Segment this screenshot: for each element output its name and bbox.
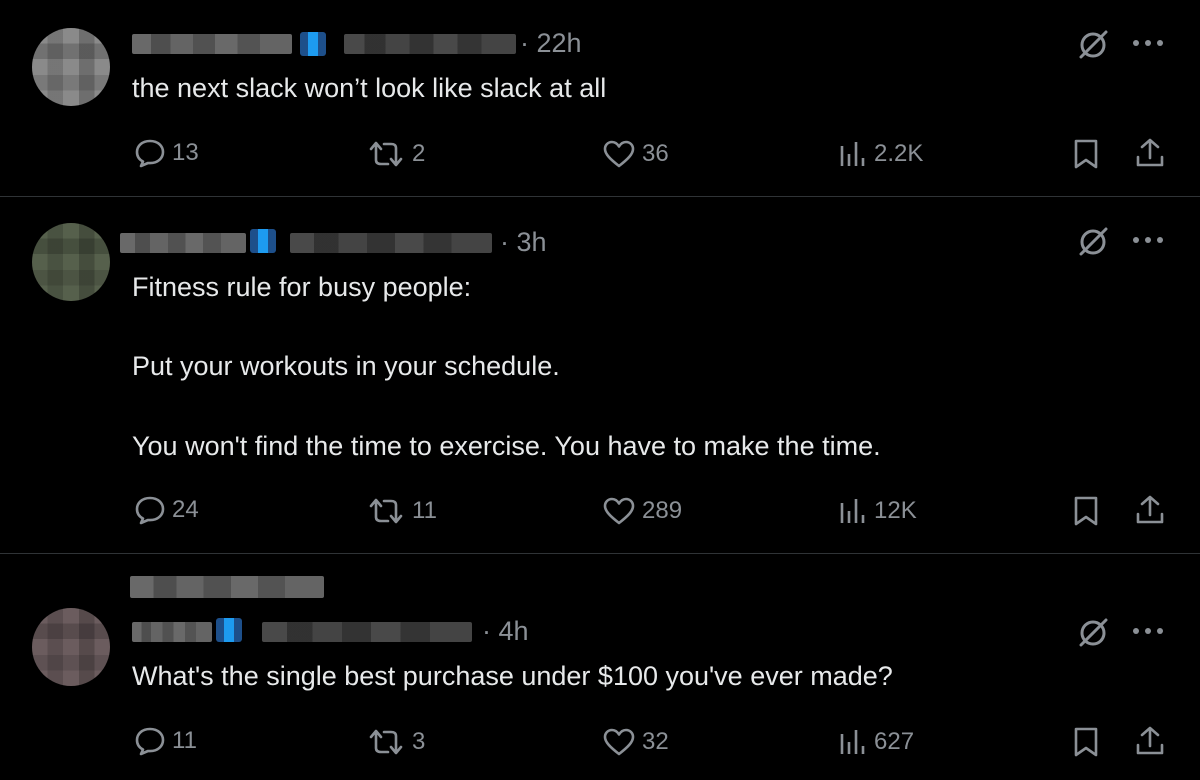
timeline-feed: · 22h the next slack won’t look like sla… bbox=[0, 0, 1200, 780]
bar-chart-icon bbox=[840, 499, 865, 523]
repost-count: 11 bbox=[412, 497, 437, 524]
slashed-circle-icon[interactable] bbox=[1076, 28, 1110, 62]
post-timestamp[interactable]: · 22h bbox=[520, 28, 582, 59]
repost-count: 2 bbox=[412, 140, 426, 167]
post-timestamp[interactable]: · 4h bbox=[482, 616, 529, 647]
post-text: the next slack won’t look like slack at … bbox=[132, 73, 607, 103]
speech-bubble-icon bbox=[135, 496, 165, 525]
post-2[interactable]: · 3h Fitness rule for busy people: Put y… bbox=[0, 197, 1200, 553]
repost-button[interactable]: 11 bbox=[366, 497, 437, 525]
author-handle-redacted[interactable] bbox=[262, 622, 472, 642]
heart-icon bbox=[603, 497, 635, 525]
heart-icon bbox=[603, 140, 635, 168]
view-count: 12K bbox=[874, 497, 917, 524]
reply-button[interactable]: 24 bbox=[134, 495, 199, 525]
author-name-redacted[interactable] bbox=[120, 233, 246, 253]
like-button[interactable]: 32 bbox=[602, 728, 669, 756]
upload-icon[interactable] bbox=[1134, 725, 1166, 757]
like-count: 36 bbox=[642, 140, 669, 167]
views-button[interactable]: 12K bbox=[838, 497, 917, 525]
author-handle-redacted[interactable] bbox=[290, 233, 492, 253]
bookmark-icon[interactable] bbox=[1072, 495, 1100, 527]
reply-count: 13 bbox=[172, 139, 199, 166]
heart-icon bbox=[603, 728, 635, 756]
repost-arrows-icon bbox=[369, 498, 403, 524]
ellipsis-icon[interactable] bbox=[1130, 235, 1166, 245]
verified-badge-icon bbox=[300, 32, 326, 56]
upload-icon[interactable] bbox=[1134, 137, 1166, 169]
upload-icon[interactable] bbox=[1134, 494, 1166, 526]
avatar[interactable] bbox=[32, 608, 110, 686]
views-button[interactable]: 2.2K bbox=[838, 140, 923, 168]
bookmark-icon[interactable] bbox=[1072, 138, 1100, 170]
repost-button[interactable]: 3 bbox=[366, 728, 425, 756]
verified-badge-icon bbox=[216, 618, 242, 642]
reply-button[interactable]: 13 bbox=[134, 138, 199, 168]
repost-arrows-icon bbox=[369, 729, 403, 755]
view-count: 627 bbox=[874, 728, 915, 755]
reply-count: 24 bbox=[172, 496, 199, 523]
like-button[interactable]: 289 bbox=[602, 497, 682, 525]
speech-bubble-icon bbox=[135, 139, 165, 168]
post-text: What's the single best purchase under $1… bbox=[132, 661, 893, 691]
speech-bubble-icon bbox=[135, 727, 165, 756]
slashed-circle-icon[interactable] bbox=[1076, 225, 1110, 259]
like-button[interactable]: 36 bbox=[602, 140, 669, 168]
slashed-circle-icon[interactable] bbox=[1076, 616, 1110, 650]
verified-badge-icon bbox=[250, 229, 276, 253]
like-count: 289 bbox=[642, 497, 683, 524]
reply-button[interactable]: 11 bbox=[134, 726, 197, 756]
post-text-line-2: Put your workouts in your schedule. bbox=[132, 351, 560, 381]
bookmark-icon[interactable] bbox=[1072, 726, 1100, 758]
post-timestamp[interactable]: · 3h bbox=[500, 227, 547, 258]
avatar[interactable] bbox=[32, 28, 110, 106]
avatar[interactable] bbox=[32, 223, 110, 301]
post-text-line-3: You won't find the time to exercise. You… bbox=[132, 431, 881, 461]
repost-button[interactable]: 2 bbox=[366, 140, 425, 168]
social-context-redacted[interactable] bbox=[130, 576, 324, 598]
author-handle-redacted[interactable] bbox=[344, 34, 516, 54]
author-name-redacted[interactable] bbox=[132, 34, 292, 54]
views-button[interactable]: 627 bbox=[838, 728, 914, 756]
ellipsis-icon[interactable] bbox=[1130, 38, 1166, 48]
reply-count: 11 bbox=[172, 727, 197, 754]
author-name-redacted[interactable] bbox=[132, 622, 212, 642]
post-1[interactable]: · 22h the next slack won’t look like sla… bbox=[0, 0, 1200, 196]
like-count: 32 bbox=[642, 728, 669, 755]
bar-chart-icon bbox=[840, 730, 865, 754]
repost-count: 3 bbox=[412, 728, 426, 755]
repost-arrows-icon bbox=[369, 141, 403, 167]
post-text-line-1: Fitness rule for busy people: bbox=[132, 272, 472, 302]
view-count: 2.2K bbox=[874, 140, 924, 167]
bar-chart-icon bbox=[840, 142, 865, 166]
ellipsis-icon[interactable] bbox=[1130, 626, 1166, 636]
post-3[interactable]: · 4h What's the single best purchase und… bbox=[0, 554, 1200, 780]
